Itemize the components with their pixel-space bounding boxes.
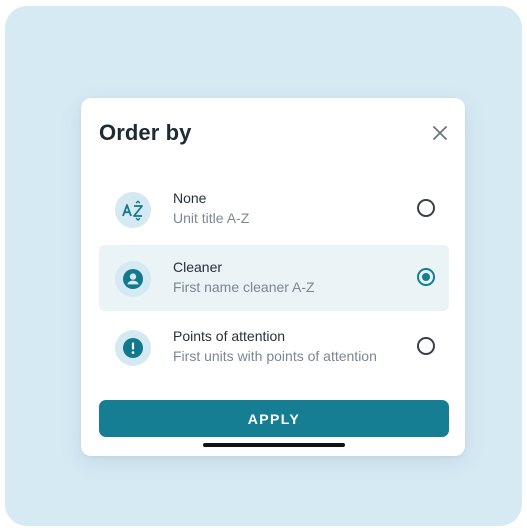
dialog-title: Order by	[99, 120, 192, 145]
option-icon-container	[115, 330, 151, 366]
option-subtitle: Unit title A-Z	[173, 210, 250, 226]
option-title: None	[173, 190, 207, 206]
close-icon	[433, 126, 447, 140]
option-subtitle: First units with points of attention	[173, 348, 377, 364]
alert-icon	[123, 338, 143, 358]
close-button[interactable]	[429, 122, 451, 144]
background-frame: Order by None Unit title A-Z Cleaner Fir…	[5, 6, 522, 526]
home-indicator	[203, 443, 345, 447]
radio-none[interactable]	[417, 199, 435, 217]
radio-cleaner[interactable]	[417, 268, 435, 286]
option-cleaner[interactable]: Cleaner First name cleaner A-Z	[99, 245, 449, 311]
option-icon-container	[115, 261, 151, 297]
option-text: Cleaner First name cleaner A-Z	[173, 258, 315, 296]
option-title: Cleaner	[173, 259, 223, 275]
option-text: None Unit title A-Z	[173, 189, 249, 227]
radio-points-of-attention[interactable]	[417, 337, 435, 355]
option-none[interactable]: None Unit title A-Z	[99, 176, 449, 242]
option-icon-container	[115, 192, 151, 228]
person-icon	[123, 269, 143, 289]
sort-az-icon	[122, 200, 143, 221]
option-points-of-attention[interactable]: Points of attention First units with poi…	[99, 314, 449, 380]
option-subtitle: First name cleaner A-Z	[173, 279, 315, 295]
option-title: Points of attention	[173, 328, 286, 344]
order-by-dialog: Order by None Unit title A-Z Cleaner Fir…	[81, 98, 465, 456]
option-text: Points of attention First units with poi…	[173, 327, 377, 365]
apply-button[interactable]: APPLY	[99, 400, 449, 437]
